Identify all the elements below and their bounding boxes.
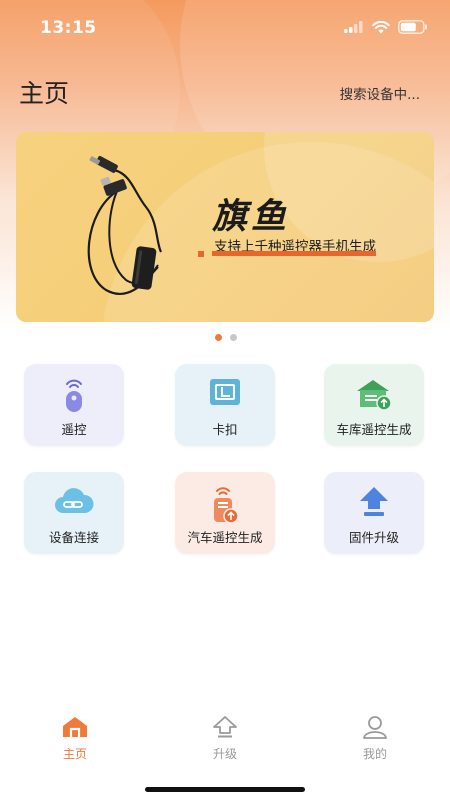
banner-underline-dot	[198, 251, 204, 257]
upgrade-icon	[213, 716, 237, 738]
firmware-upgrade-icon	[360, 487, 388, 516]
tab-label: 我的	[362, 747, 387, 761]
feature-label: 车库遥控生成	[336, 422, 412, 437]
tab-label: 主页	[62, 747, 87, 761]
cellular-signal-icon	[344, 21, 363, 33]
status-bar: 13:15	[0, 0, 450, 56]
banner-underline	[212, 251, 376, 256]
device-search-status[interactable]: 搜索设备中...	[340, 83, 420, 103]
wifi-icon	[372, 20, 390, 33]
car-remote-icon	[214, 487, 239, 524]
usb-cable-device-image	[87, 156, 163, 295]
feature-tile-firmware-upgrade[interactable]: 固件升级	[324, 472, 424, 554]
page-title: 主页	[19, 79, 70, 108]
feature-label: 卡扣	[212, 422, 238, 437]
feature-label: 遥控	[61, 422, 87, 437]
feature-label: 固件升级	[348, 530, 399, 545]
tab-home[interactable]: 主页	[30, 715, 120, 762]
card-icon	[210, 379, 240, 405]
feature-tile-card[interactable]: 卡扣	[175, 364, 275, 446]
banner-brand: 旗鱼	[212, 196, 291, 237]
carousel-pager	[215, 334, 237, 341]
bottom-tab-bar: 主页 升级 我的	[0, 715, 450, 775]
home-indicator[interactable]	[145, 787, 305, 792]
tab-label: 升级	[212, 747, 237, 761]
feature-label: 汽车遥控生成	[187, 530, 263, 545]
garage-icon	[357, 380, 392, 411]
status-icons	[344, 20, 428, 34]
feature-tile-remote[interactable]: 遥控	[24, 364, 124, 446]
battery-icon	[398, 20, 427, 34]
feature-tile-car-remote[interactable]: 汽车遥控生成	[175, 472, 275, 554]
status-time: 13:15	[40, 18, 97, 38]
tab-upgrade[interactable]: 升级	[180, 715, 270, 762]
user-icon	[363, 716, 387, 739]
pager-dot-active[interactable]	[215, 334, 222, 341]
tab-mine[interactable]: 我的	[330, 715, 420, 762]
feature-label: 设备连接	[48, 530, 99, 545]
cloud-link-icon	[55, 488, 94, 513]
feature-tile-device-connect[interactable]: 设备连接	[24, 472, 124, 554]
remote-icon	[66, 379, 82, 412]
home-icon	[63, 717, 87, 737]
header: 主页 搜索设备中...	[0, 70, 450, 114]
pager-dot[interactable]	[230, 334, 237, 341]
promo-banner[interactable]: 旗鱼 支持上千种遥控器手机生成	[16, 132, 434, 322]
feature-tile-garage[interactable]: 车库遥控生成	[324, 364, 424, 446]
